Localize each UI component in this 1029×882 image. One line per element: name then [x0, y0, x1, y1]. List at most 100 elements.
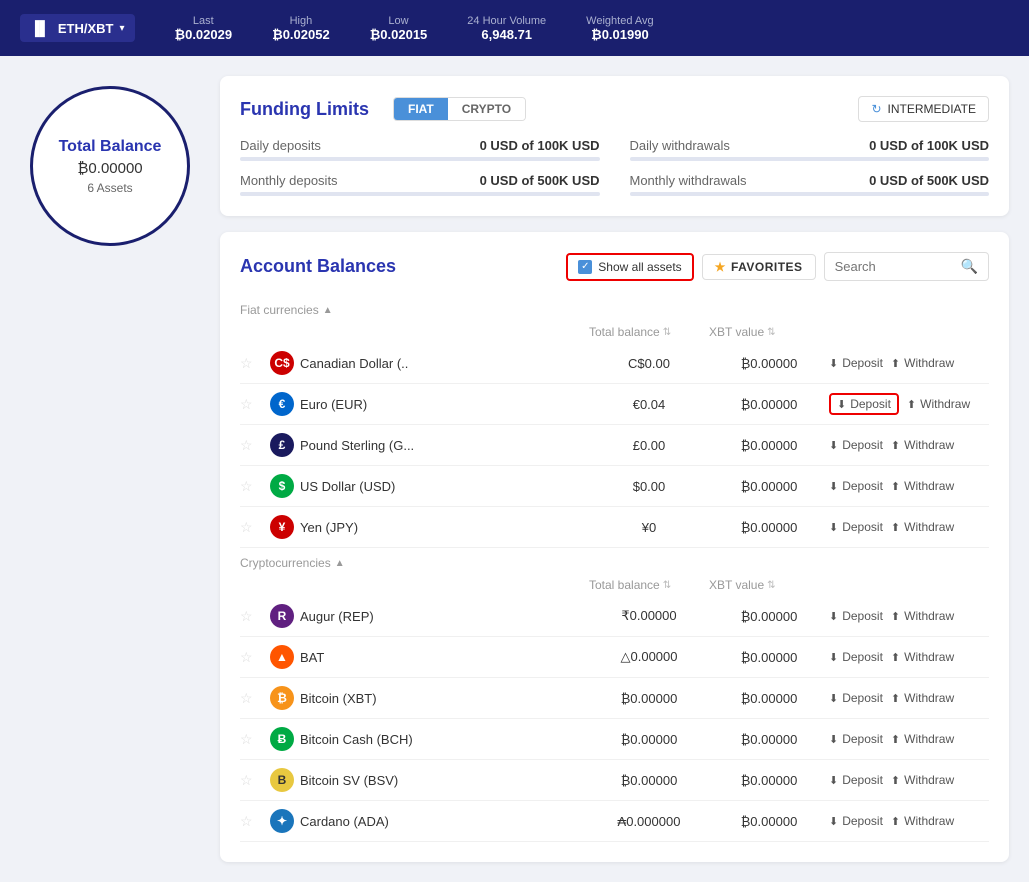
deposit-icon: ⬇	[837, 398, 846, 411]
currency-actions: ⬇ Deposit ⬆ Withdraw	[829, 438, 989, 452]
withdraw-button[interactable]: ⬆ Withdraw	[891, 650, 954, 664]
deposit-button[interactable]: ⬇ Deposit	[829, 520, 883, 534]
stat-weighted-label: Weighted Avg	[586, 15, 653, 27]
monthly-deposits-item: Monthly deposits 0 USD of 500K USD	[240, 173, 600, 196]
fiat-rows: ☆ C$ Canadian Dollar (.. C$0.00 ₿0.00000…	[240, 343, 989, 548]
favorites-button[interactable]: ★ FAVORITES	[702, 254, 816, 280]
deposit-icon: ⬇	[829, 521, 838, 534]
table-row: ☆ Ƀ Bitcoin Cash (BCH) ₿0.00000 ₿0.00000…	[240, 719, 989, 760]
daily-deposits-value: 0 USD of 100K USD	[480, 138, 600, 153]
star-icon[interactable]: ☆	[240, 813, 270, 830]
total-balance-amount: ₳0.000000	[589, 814, 709, 829]
deposit-button[interactable]: ⬇ Deposit	[829, 650, 883, 664]
withdraw-icon: ⬆	[891, 815, 900, 828]
deposit-button[interactable]: ⬇ Deposit	[829, 691, 883, 705]
deposit-icon: ⬇	[829, 480, 838, 493]
stat-last-label: Last	[193, 15, 214, 27]
show-all-assets-button[interactable]: ✓ Show all assets	[566, 253, 693, 281]
table-row: ☆ C$ Canadian Dollar (.. C$0.00 ₿0.00000…	[240, 343, 989, 384]
currency-name: Yen (JPY)	[300, 520, 589, 535]
fiat-section-label: Fiat currencies ▲	[240, 295, 989, 321]
stat-last: Last ₿0.02029	[175, 15, 233, 42]
funding-header: Funding Limits FIAT CRYPTO ↻ INTERMEDIAT…	[240, 96, 989, 122]
withdraw-button[interactable]: ⬆ Withdraw	[891, 773, 954, 787]
withdraw-button[interactable]: ⬆ Withdraw	[907, 397, 970, 411]
currency-icon: £	[270, 433, 294, 457]
withdraw-button[interactable]: ⬆ Withdraw	[891, 438, 954, 452]
total-balance-amount: ₹0.00000	[589, 608, 709, 624]
star-icon[interactable]: ☆	[240, 690, 270, 707]
search-box: 🔍	[824, 252, 989, 281]
star-icon[interactable]: ☆	[240, 478, 270, 495]
currency-actions: ⬇ Deposit ⬆ Withdraw	[829, 650, 989, 664]
table-row: ☆ ✦ Cardano (ADA) ₳0.000000 ₿0.00000 ⬇ D…	[240, 801, 989, 842]
balance-amount: ₿0.00000	[77, 160, 142, 177]
table-row: ☆ £ Pound Sterling (G... £0.00 ₿0.00000 …	[240, 425, 989, 466]
deposit-button[interactable]: ⬇ Deposit	[829, 814, 883, 828]
withdraw-button[interactable]: ⬆ Withdraw	[891, 520, 954, 534]
total-balance-amount: €0.04	[589, 397, 709, 412]
star-icon[interactable]: ☆	[240, 519, 270, 536]
stat-volume-label: 24 Hour Volume	[467, 15, 546, 27]
currency-icon: R	[270, 604, 294, 628]
main-content: Total Balance ₿0.00000 6 Assets Funding …	[0, 56, 1029, 882]
deposit-button[interactable]: ⬇ Deposit	[829, 438, 883, 452]
daily-deposits-row: Daily deposits 0 USD of 100K USD	[240, 138, 600, 153]
star-icon[interactable]: ☆	[240, 355, 270, 372]
balance-assets: 6 Assets	[87, 181, 132, 195]
star-icon[interactable]: ☆	[240, 437, 270, 454]
withdraw-button[interactable]: ⬆ Withdraw	[891, 814, 954, 828]
star-icon[interactable]: ☆	[240, 396, 270, 413]
withdraw-icon: ⬆	[891, 480, 900, 493]
star-icon[interactable]: ☆	[240, 608, 270, 625]
currency-name: Bitcoin SV (BSV)	[300, 773, 589, 788]
deposit-button[interactable]: ⬇ Deposit	[829, 773, 883, 787]
table-row: ☆ ₿ Bitcoin (XBT) ₿0.00000 ₿0.00000 ⬇ De…	[240, 678, 989, 719]
monthly-withdrawals-label: Monthly withdrawals	[630, 173, 747, 188]
crypto-table-header: Total balance ⇅ XBT value ⇅	[240, 574, 989, 596]
currency-icon: €	[270, 392, 294, 416]
total-balance-amount: ₿0.00000	[589, 732, 709, 747]
star-icon[interactable]: ☆	[240, 772, 270, 789]
deposit-button[interactable]: ⬇ Deposit	[829, 393, 899, 415]
refresh-icon: ↻	[871, 102, 881, 116]
deposit-button[interactable]: ⬇ Deposit	[829, 609, 883, 623]
deposit-icon: ⬇	[829, 610, 838, 623]
balance-circle: Total Balance ₿0.00000 6 Assets	[30, 86, 190, 246]
currency-name: Augur (REP)	[300, 609, 589, 624]
fiat-toggle-btn[interactable]: FIAT	[394, 98, 448, 120]
table-row: ☆ € Euro (EUR) €0.04 ₿0.00000 ⬇ Deposit …	[240, 384, 989, 425]
star-icon[interactable]: ☆	[240, 731, 270, 748]
crypto-total-balance-header: Total balance ⇅	[589, 578, 709, 592]
xbt-value-amount: ₿0.00000	[709, 691, 829, 706]
xbt-value-header: XBT value ⇅	[709, 325, 829, 339]
stat-volume-value: 6,948.71	[481, 27, 532, 42]
deposit-icon: ⬇	[829, 439, 838, 452]
currency-actions: ⬇ Deposit ⬆ Withdraw	[829, 732, 989, 746]
stat-low-label: Low	[388, 15, 408, 27]
withdraw-button[interactable]: ⬆ Withdraw	[891, 732, 954, 746]
withdraw-button[interactable]: ⬆ Withdraw	[891, 356, 954, 370]
withdraw-icon: ⬆	[891, 692, 900, 705]
search-input[interactable]	[835, 259, 955, 274]
star-icon: ★	[715, 260, 726, 274]
currency-name: BAT	[300, 650, 589, 665]
intermediate-button[interactable]: ↻ INTERMEDIATE	[858, 96, 989, 122]
deposit-button[interactable]: ⬇ Deposit	[829, 479, 883, 493]
currency-icon: ¥	[270, 515, 294, 539]
pair-selector[interactable]: ▐▌ ETH/XBT ▾	[20, 14, 135, 42]
table-row: ☆ ▲ BAT △0.00000 ₿0.00000 ⬇ Deposit ⬆ Wi…	[240, 637, 989, 678]
currency-actions: ⬇ Deposit ⬆ Withdraw	[829, 356, 989, 370]
currency-icon: ▲	[270, 645, 294, 669]
withdraw-button[interactable]: ⬆ Withdraw	[891, 609, 954, 623]
monthly-withdrawals-item: Monthly withdrawals 0 USD of 500K USD	[630, 173, 990, 196]
withdraw-icon: ⬆	[891, 774, 900, 787]
withdraw-button[interactable]: ⬆ Withdraw	[891, 479, 954, 493]
crypto-section-label: Cryptocurrencies ▲	[240, 548, 989, 574]
deposit-button[interactable]: ⬇ Deposit	[829, 732, 883, 746]
withdraw-button[interactable]: ⬆ Withdraw	[891, 691, 954, 705]
star-icon[interactable]: ☆	[240, 649, 270, 666]
crypto-toggle-btn[interactable]: CRYPTO	[448, 98, 525, 120]
deposit-button[interactable]: ⬇ Deposit	[829, 356, 883, 370]
currency-actions: ⬇ Deposit ⬆ Withdraw	[829, 773, 989, 787]
